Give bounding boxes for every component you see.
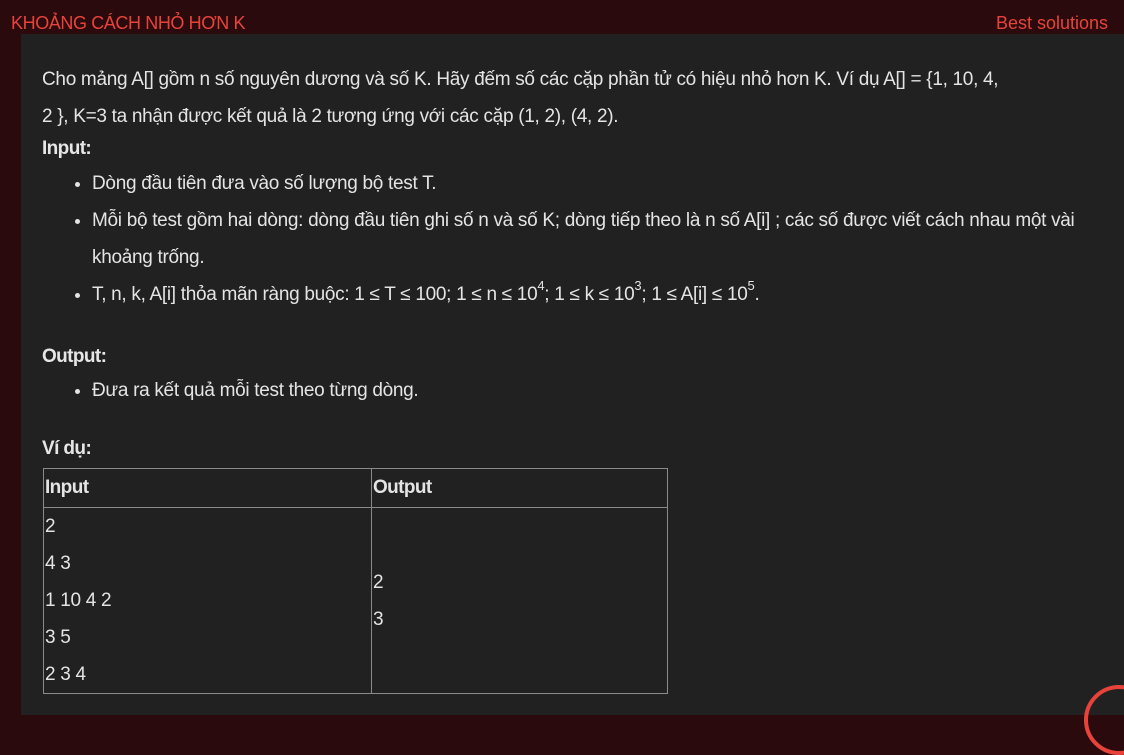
problem-description: Cho mảng A[] gồm n số nguyên dương và số… bbox=[42, 61, 1117, 135]
constraint-exp-1: 4 bbox=[537, 277, 545, 293]
input-item-3: T, n, k, A[i] thỏa mãn ràng buộc: 1 ≤ T … bbox=[92, 276, 1117, 313]
input-line: 1 10 4 2 bbox=[45, 590, 112, 611]
best-solutions-link[interactable]: Best solutions bbox=[996, 13, 1108, 34]
constraint-exp-2: 3 bbox=[634, 277, 642, 293]
constraint-text-2: ; 1 ≤ k ≤ 10 bbox=[544, 284, 635, 305]
output-heading: Output: bbox=[42, 346, 107, 367]
example-table: Input Output 2 4 3 1 10 4 2 3 5 2 3 4 2 … bbox=[43, 468, 668, 694]
top-bar: KHOẢNG CÁCH NHỎ HƠN K Best solutions bbox=[0, 0, 1124, 34]
output-item-1: Đưa ra kết quả mỗi test theo từng dòng. bbox=[92, 372, 1117, 409]
constraint-exp-3: 5 bbox=[747, 277, 755, 293]
example-input-cell: 2 4 3 1 10 4 2 3 5 2 3 4 bbox=[43, 507, 372, 694]
input-item-2: Mỗi bộ test gồm hai dòng: dòng đầu tiên … bbox=[92, 202, 1117, 276]
input-heading: Input: bbox=[42, 138, 92, 159]
example-header-input: Input bbox=[43, 468, 372, 508]
example-header-row: Input Output bbox=[43, 468, 668, 508]
example-data-row: 2 4 3 1 10 4 2 3 5 2 3 4 2 3 bbox=[43, 507, 668, 694]
output-line: 3 bbox=[373, 608, 384, 630]
input-item-1: Dòng đầu tiên đưa vào số lượng bộ test T… bbox=[92, 165, 1117, 202]
example-heading: Ví dụ: bbox=[42, 438, 92, 459]
constraint-text-3: ; 1 ≤ A[i] ≤ 10 bbox=[641, 284, 748, 305]
description-line-1: Cho mảng A[] gồm n số nguyên dương và số… bbox=[42, 69, 999, 90]
example-output-cell: 2 3 bbox=[371, 507, 668, 694]
input-line: 2 3 4 bbox=[45, 664, 86, 685]
problem-panel: Cho mảng A[] gồm n số nguyên dương và số… bbox=[21, 34, 1124, 755]
input-line: 2 bbox=[45, 516, 56, 537]
description-line-2: 2 }, K=3 ta nhận được kết quả là 2 tương… bbox=[42, 106, 619, 127]
problem-title: KHOẢNG CÁCH NHỎ HƠN K bbox=[11, 13, 246, 33]
input-line: 4 3 bbox=[45, 553, 71, 574]
input-list: Dòng đầu tiên đưa vào số lượng bộ test T… bbox=[42, 165, 1117, 313]
floating-action-circle[interactable] bbox=[1084, 685, 1124, 755]
output-line: 2 bbox=[373, 571, 384, 593]
input-line: 3 5 bbox=[45, 627, 71, 648]
example-header-output: Output bbox=[371, 468, 668, 508]
constraint-text-4: . bbox=[754, 284, 760, 305]
problem-content: Cho mảng A[] gồm n số nguyên dương và số… bbox=[42, 61, 1117, 694]
constraint-text-1: T, n, k, A[i] thỏa mãn ràng buộc: 1 ≤ T … bbox=[92, 284, 538, 305]
output-list: Đưa ra kết quả mỗi test theo từng dòng. bbox=[42, 372, 1117, 409]
